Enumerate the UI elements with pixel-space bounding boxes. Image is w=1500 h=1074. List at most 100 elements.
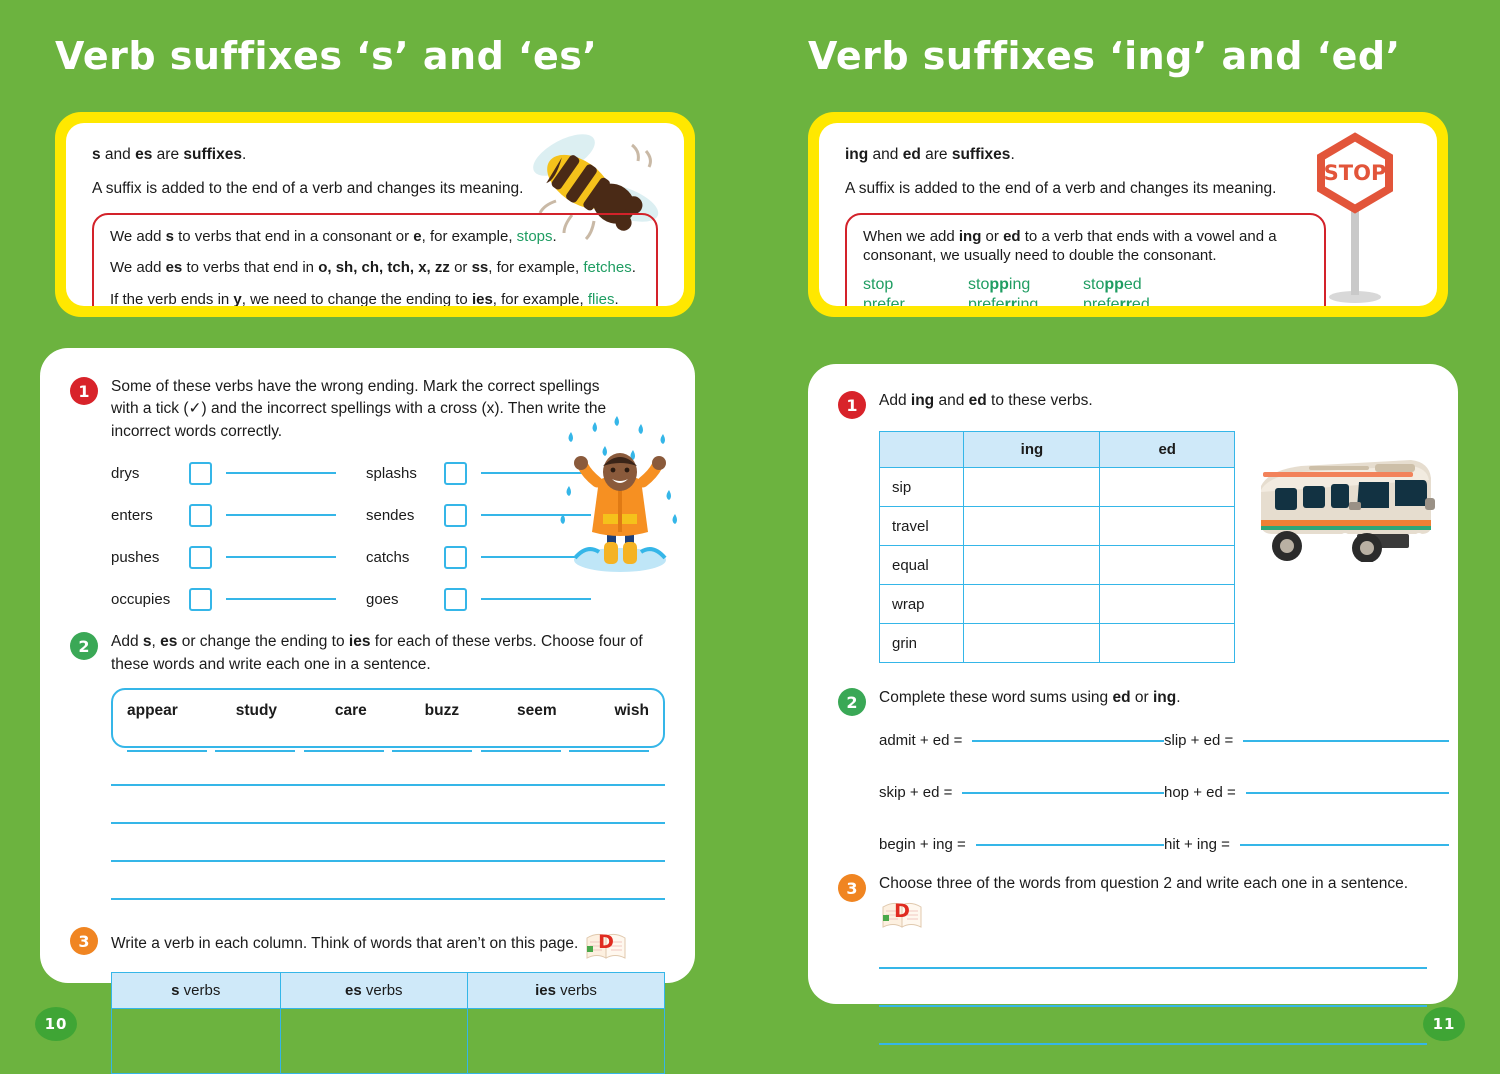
word-sum: skip + ed =	[879, 784, 1164, 801]
question-3-badge: 3	[838, 874, 866, 902]
question-1-text: Some of these verbs have the wrong endin…	[111, 378, 607, 440]
left-page-number: 10	[35, 1007, 77, 1041]
writing-line[interactable]	[879, 1043, 1427, 1046]
writing-line[interactable]	[111, 822, 665, 825]
answer-line[interactable]	[127, 750, 207, 753]
table-answer-cell[interactable]	[467, 1008, 665, 1074]
table-answer-cell[interactable]	[963, 506, 1101, 546]
writing-line[interactable]	[111, 784, 665, 787]
word-sums: admit + ed = slip + ed = skip + ed = hop…	[879, 732, 1459, 859]
left-exercise-card: 1 Some of these verbs have the wrong end…	[40, 348, 695, 1074]
table-answer-cell[interactable]	[111, 1008, 281, 1074]
writing-line[interactable]	[879, 967, 1427, 970]
answer-line[interactable]	[226, 598, 336, 601]
example-ed: stopped	[1083, 275, 1142, 293]
word-sum: slip + ed =	[1164, 732, 1449, 749]
tick-cross-checkbox[interactable]	[189, 545, 212, 569]
table-answer-cell[interactable]	[963, 545, 1101, 585]
suffix-es-text: es	[135, 146, 153, 163]
right-question-3: 3 Choose three of the words from questio…	[838, 873, 1428, 931]
ing-ed-table: ing ed sip travel equal wrap grin	[878, 431, 1235, 663]
answer-line[interactable]	[975, 844, 1164, 846]
left-question-3: 3 Write a verb in each column. Think of …	[70, 926, 665, 962]
right-exercise-card: 1 Add ing and ed to these verbs. ing ed …	[808, 364, 1459, 1046]
table-answer-cell[interactable]	[1099, 506, 1235, 546]
word-sum-label: hop + ed =	[1164, 784, 1236, 801]
tick-cross-checkbox[interactable]	[189, 503, 212, 527]
table-answer-cell[interactable]	[963, 584, 1101, 624]
table-answer-cell[interactable]	[1099, 545, 1235, 585]
table-row: equal	[878, 545, 1235, 585]
tick-cross-checkbox[interactable]	[444, 545, 467, 569]
tick-cross-checkbox[interactable]	[444, 587, 467, 611]
word-row: occupies	[111, 583, 366, 615]
answer-line[interactable]	[226, 472, 336, 475]
word-bank-answer-lines	[127, 750, 649, 753]
answer-line[interactable]	[215, 750, 296, 753]
table-header-ed: ed	[1099, 431, 1235, 468]
double-consonant-rule: When we add ing or ed to a verb that end…	[863, 227, 1277, 265]
question-3-badge: 3	[70, 927, 98, 956]
tick-cross-checkbox[interactable]	[444, 461, 467, 485]
answer-line[interactable]	[1239, 844, 1449, 846]
answer-line[interactable]	[568, 750, 649, 753]
answer-line[interactable]	[303, 750, 384, 753]
example-ing: stopping	[968, 275, 1031, 293]
word-bank-item: care	[334, 702, 367, 720]
left-info-line-1: s and es are suffixes.	[92, 145, 658, 166]
verb-label: sip	[878, 467, 965, 507]
word-bank-item: appear	[127, 702, 178, 720]
right-info-line-2: A suffix is added to the end of a verb a…	[845, 179, 1277, 197]
table-row	[111, 1008, 665, 1074]
question-1-column-a: drys enters pushes occupies	[111, 457, 366, 625]
word-sum-label: begin + ing =	[879, 836, 966, 853]
answer-line[interactable]	[480, 750, 561, 753]
answer-line[interactable]	[226, 514, 336, 517]
workbook-spread: Verb suffixes ‘s’ and ‘es’ s and es are …	[0, 0, 1500, 1074]
table-header-cell: es verbs	[279, 972, 469, 1010]
word-bank-words: appear study care buzz seem wish	[127, 702, 649, 720]
table-answer-cell[interactable]	[1099, 623, 1235, 663]
writing-line[interactable]	[111, 860, 665, 863]
word-label: occupies	[111, 590, 171, 608]
answer-line[interactable]	[962, 792, 1164, 794]
word-row: goes	[366, 583, 621, 615]
table-answer-cell[interactable]	[1099, 467, 1235, 507]
right-rule-box: When we add ing or ed to a verb that end…	[845, 212, 1326, 306]
answer-line[interactable]	[1245, 792, 1449, 794]
answer-line[interactable]	[1243, 740, 1449, 742]
verb-label: travel	[878, 506, 965, 546]
answer-line[interactable]	[226, 556, 336, 559]
left-page-title: Verb suffixes ‘s’ and ‘es’	[55, 34, 598, 78]
writing-line[interactable]	[111, 898, 665, 901]
question-2-text: Complete these word sums using ed or ing…	[879, 689, 1181, 706]
question-1-text: Add ing and ed to these verbs.	[879, 392, 1093, 409]
answer-line[interactable]	[481, 598, 591, 601]
writing-line[interactable]	[879, 1005, 1427, 1008]
tick-cross-checkbox[interactable]	[189, 461, 212, 485]
word-sum-label: hit + ing =	[1164, 836, 1230, 853]
answer-line[interactable]	[392, 750, 473, 753]
answer-line[interactable]	[972, 740, 1164, 742]
word-row: drys	[111, 457, 366, 489]
example-ed: preferred	[1083, 295, 1150, 306]
table-row: wrap	[878, 584, 1235, 624]
tick-cross-checkbox[interactable]	[189, 587, 212, 611]
left-info-line-2: A suffix is added to the end of a verb a…	[92, 179, 524, 197]
rule-1: We add s to verbs that end in a consonan…	[110, 227, 557, 245]
table-answer-cell[interactable]	[1099, 584, 1235, 624]
right-page-title: Verb suffixes ‘ing’ and ‘ed’	[808, 34, 1401, 78]
table-answer-cell[interactable]	[963, 467, 1101, 507]
suffixes-word: suffixes	[183, 146, 242, 163]
tick-cross-checkbox[interactable]	[444, 503, 467, 527]
left-question-2: 2 Add s, es or change the ending to ies …	[70, 631, 665, 676]
verb-label: wrap	[878, 584, 965, 624]
dictionary-book-icon: D	[583, 926, 629, 962]
example-base: stop	[863, 275, 894, 293]
table-answer-cell[interactable]	[963, 623, 1101, 663]
table-header-cell: s verbs	[111, 972, 281, 1010]
left-info-card: s and es are suffixes. A suffix is added…	[55, 112, 695, 317]
word-row: enters	[111, 499, 366, 531]
table-answer-cell[interactable]	[279, 1008, 469, 1074]
question-2-word-bank: appear study care buzz seem wish	[111, 688, 665, 753]
